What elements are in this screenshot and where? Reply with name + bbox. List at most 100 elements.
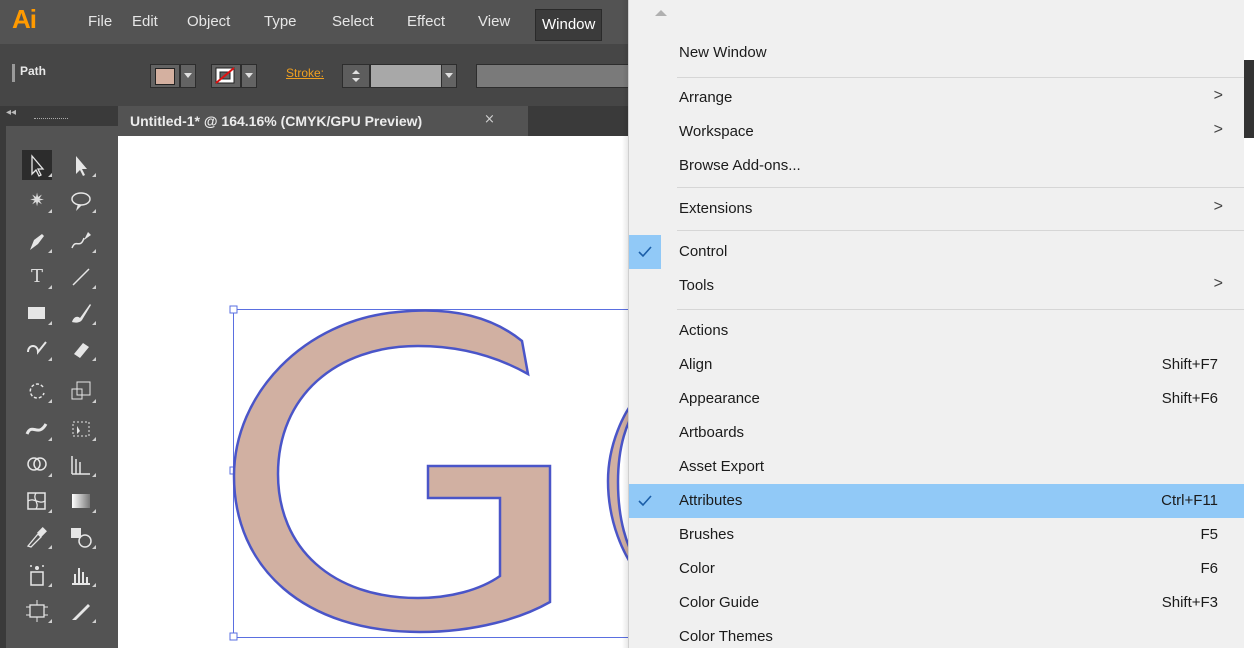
window-menu-dropdown: New Window Arrange > Workspace > Browse … (628, 0, 1245, 648)
letter-g-artwork[interactable] (118, 136, 654, 648)
illustrator-logo: Ai (12, 4, 37, 34)
menu-item-attributes[interactable]: Attributes Ctrl+F11 (629, 484, 1245, 518)
menu-view[interactable]: View (472, 0, 516, 44)
no-stroke-icon (215, 67, 235, 84)
letter-g-shape (232, 309, 552, 634)
menu-item-appearance[interactable]: Appearance Shift+F6 (629, 382, 1245, 416)
panel-strip (0, 126, 6, 648)
artboard-tool-icon[interactable] (22, 596, 52, 626)
menu-item-color-guide[interactable]: Color Guide Shift+F3 (629, 586, 1245, 620)
menu-item-artboards[interactable]: Artboards (629, 416, 1245, 450)
paintbrush-tool-icon[interactable] (66, 298, 96, 328)
artboard-canvas[interactable] (118, 136, 654, 648)
gradient-tool-icon[interactable] (66, 486, 96, 516)
scroll-up-icon[interactable] (655, 10, 667, 16)
checkmark-icon (629, 484, 661, 518)
perspective-grid-tool-icon[interactable] (66, 450, 96, 480)
shortcut-label: F6 (1200, 560, 1218, 577)
bounding-handle (229, 632, 238, 641)
menu-select[interactable]: Select (326, 0, 380, 44)
tools-panel: ✷ T (0, 126, 118, 648)
menu-item-tools[interactable]: Tools > (629, 269, 1245, 303)
menu-item-workspace[interactable]: Workspace > (629, 115, 1245, 149)
menu-item-color-themes[interactable]: Color Themes (629, 620, 1245, 654)
menu-effect[interactable]: Effect (401, 0, 451, 44)
document-title: Untitled-1* @ 164.16% (CMYK/GPU Preview) (130, 113, 423, 129)
shape-builder-tool-icon[interactable] (22, 450, 52, 480)
shortcut-label: Shift+F6 (1161, 390, 1218, 407)
chevron-right-icon: > (1213, 121, 1223, 138)
menu-separator (677, 309, 1245, 310)
slice-tool-icon[interactable] (66, 596, 96, 626)
tools-panel-header[interactable]: ◂◂ (0, 106, 118, 126)
rotate-tool-icon[interactable] (22, 376, 52, 406)
blend-tool-icon[interactable] (66, 522, 96, 552)
document-tab-bar: Untitled-1* @ 164.16% (CMYK/GPU Preview)… (118, 106, 640, 136)
shaper-tool-icon[interactable] (22, 334, 52, 364)
menu-type[interactable]: Type (258, 0, 303, 44)
magic-wand-tool-icon[interactable]: ✷ (22, 186, 52, 216)
menu-item-color[interactable]: Color F6 (629, 552, 1245, 586)
stroke-weight-dropdown[interactable] (441, 64, 457, 88)
shortcut-label: Shift+F3 (1161, 594, 1218, 611)
chevron-down-icon (184, 73, 192, 78)
stroke-dropdown[interactable] (241, 64, 257, 88)
shortcut-label: Ctrl+F11 (1161, 492, 1218, 509)
pen-tool-icon[interactable] (22, 226, 52, 256)
mesh-tool-icon[interactable] (22, 486, 52, 516)
symbol-sprayer-tool-icon[interactable] (22, 560, 52, 590)
lasso-tool-icon[interactable] (66, 186, 96, 216)
menu-item-actions[interactable]: Actions (629, 314, 1245, 348)
type-tool-icon[interactable]: T (22, 262, 52, 292)
collapse-icon[interactable]: ◂◂ (6, 107, 16, 118)
menu-item-align[interactable]: Align Shift+F7 (629, 348, 1245, 382)
menu-separator (677, 187, 1245, 188)
panel-grip[interactable] (34, 118, 68, 121)
menu-window[interactable]: Window (535, 9, 603, 41)
curvature-tool-icon[interactable] (66, 226, 96, 256)
eraser-tool-icon[interactable] (66, 334, 96, 364)
checkmark-icon (629, 235, 661, 269)
bounding-handle (229, 305, 238, 314)
scale-tool-icon[interactable] (66, 376, 96, 406)
direct-selection-tool-icon[interactable] (66, 150, 96, 180)
rectangle-tool-icon[interactable] (22, 298, 52, 328)
close-icon[interactable]: × (484, 112, 495, 127)
line-segment-tool-icon[interactable] (66, 262, 96, 292)
stroke-weight-stepper[interactable] (342, 64, 370, 88)
selection-type-label: Path (20, 64, 47, 78)
fill-color-chip (155, 68, 175, 85)
stroke-label[interactable]: Stroke: (286, 66, 324, 80)
stroke-weight-input[interactable] (370, 64, 442, 88)
menu-object[interactable]: Object (181, 0, 236, 44)
chevron-right-icon: > (1213, 275, 1223, 292)
chevron-right-icon: > (1213, 87, 1223, 104)
menu-item-new-window[interactable]: New Window (629, 36, 1245, 70)
menu-item-brushes[interactable]: Brushes F5 (629, 518, 1245, 552)
panel-grip[interactable] (12, 64, 15, 82)
shortcut-label: Shift+F7 (1161, 356, 1218, 373)
variable-width-profile[interactable] (476, 64, 642, 88)
menu-item-extensions[interactable]: Extensions > (629, 192, 1245, 226)
menu-edit[interactable]: Edit (126, 0, 164, 44)
selection-tool-icon[interactable] (22, 150, 52, 180)
control-panel: Path Stroke: (0, 44, 642, 106)
menu-item-arrange[interactable]: Arrange > (629, 81, 1245, 115)
fill-dropdown[interactable] (180, 64, 196, 88)
menu-item-asset-export[interactable]: Asset Export (629, 450, 1245, 484)
stroke-swatch[interactable] (211, 64, 241, 88)
chevron-right-icon: > (1213, 198, 1223, 215)
chevron-down-icon (445, 73, 453, 78)
document-tab[interactable]: Untitled-1* @ 164.16% (CMYK/GPU Preview)… (118, 106, 528, 136)
menu-file[interactable]: File (82, 0, 118, 44)
menu-item-browse-add-ons[interactable]: Browse Add-ons... (629, 149, 1245, 183)
free-transform-tool-icon[interactable] (66, 414, 96, 444)
shortcut-label: F5 (1200, 526, 1218, 543)
background-panel-edge (1244, 60, 1254, 138)
eyedropper-tool-icon[interactable] (22, 522, 52, 552)
width-tool-icon[interactable] (22, 414, 52, 444)
menu-separator (677, 77, 1245, 78)
column-graph-tool-icon[interactable] (66, 560, 96, 590)
menu-item-control[interactable]: Control (629, 235, 1245, 269)
fill-swatch[interactable] (150, 64, 180, 88)
